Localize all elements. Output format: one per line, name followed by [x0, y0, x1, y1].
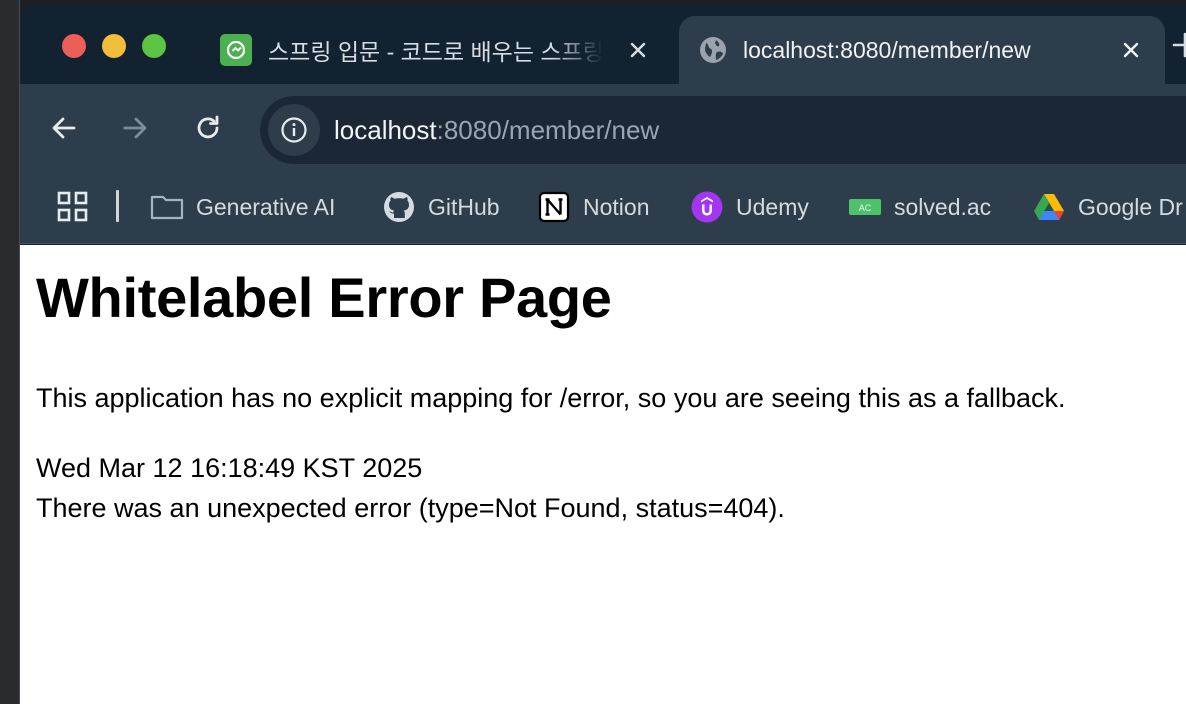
- folder-icon: [150, 190, 184, 224]
- tab-strip: 스프링 입문 - 코드로 배우는 스프링 localhost:8080/memb…: [20, 4, 1186, 84]
- bookmark-solved-ac[interactable]: AC solved.ac: [848, 188, 991, 226]
- bookmark-udemy[interactable]: Udemy: [690, 188, 809, 226]
- udemy-icon: [690, 190, 724, 224]
- toolbar: localhost:8080/member/new: [20, 84, 1186, 172]
- browser-window: 스프링 입문 - 코드로 배우는 스프링 localhost:8080/memb…: [20, 4, 1186, 704]
- close-window-button[interactable]: [62, 34, 86, 58]
- address-bar[interactable]: localhost:8080/member/new: [260, 96, 1186, 164]
- google-drive-icon: [1032, 190, 1066, 224]
- back-button[interactable]: [46, 110, 82, 146]
- tab-localhost[interactable]: localhost:8080/member/new: [679, 16, 1165, 84]
- notion-icon: [537, 190, 571, 224]
- bookmarks-divider: [116, 190, 119, 222]
- forward-button[interactable]: [117, 110, 153, 146]
- info-icon[interactable]: [268, 104, 320, 156]
- error-message: There was an unexpected error (type=Not …: [36, 493, 785, 523]
- tab-title: 스프링 입문 - 코드로 배우는 스프링: [268, 39, 603, 65]
- github-icon: [382, 190, 416, 224]
- tab-title: localhost:8080/member/new: [743, 36, 1031, 63]
- bookmark-github[interactable]: GitHub: [382, 188, 500, 226]
- url-text[interactable]: localhost:8080/member/new: [334, 115, 659, 146]
- reload-button[interactable]: [190, 110, 226, 146]
- bookmark-notion[interactable]: Notion: [537, 188, 649, 226]
- apps-grid-icon[interactable]: [56, 190, 90, 224]
- bookmark-label: Notion: [583, 193, 650, 220]
- url-host: localhost: [334, 115, 437, 145]
- error-description: This application has no explicit mapping…: [36, 383, 1066, 413]
- minimize-window-button[interactable]: [102, 34, 126, 58]
- bookmarks-bar: Generative AI GitHub Notion Udemy AC sol…: [20, 172, 1186, 244]
- page-title: Whitelabel Error Page: [36, 266, 612, 329]
- maximize-window-button[interactable]: [142, 34, 166, 58]
- bookmark-label: GitHub: [428, 193, 500, 220]
- tab-inflearn[interactable]: 스프링 입문 - 코드로 배우는 스프링: [210, 16, 654, 84]
- bookmark-label: Udemy: [736, 193, 809, 220]
- url-path: :8080/member/new: [436, 115, 660, 145]
- globe-icon: [697, 34, 729, 66]
- bookmark-label: Google Dr: [1078, 193, 1183, 220]
- bookmark-generative-ai[interactable]: Generative AI: [150, 188, 335, 226]
- close-icon[interactable]: [1115, 34, 1147, 66]
- error-timestamp: Wed Mar 12 16:18:49 KST 2025: [36, 453, 423, 483]
- page-content: Whitelabel Error Page This application h…: [20, 245, 1186, 704]
- close-icon[interactable]: [622, 34, 654, 66]
- svg-text:AC: AC: [859, 203, 872, 213]
- bookmark-label: Generative AI: [196, 193, 336, 220]
- bookmark-google-drive[interactable]: Google Dr: [1032, 188, 1183, 226]
- new-tab-button[interactable]: [1170, 30, 1186, 60]
- desktop-background: [0, 0, 20, 704]
- inflearn-icon: [220, 34, 252, 66]
- solved-ac-icon: AC: [848, 190, 882, 224]
- bookmark-label: solved.ac: [894, 193, 992, 220]
